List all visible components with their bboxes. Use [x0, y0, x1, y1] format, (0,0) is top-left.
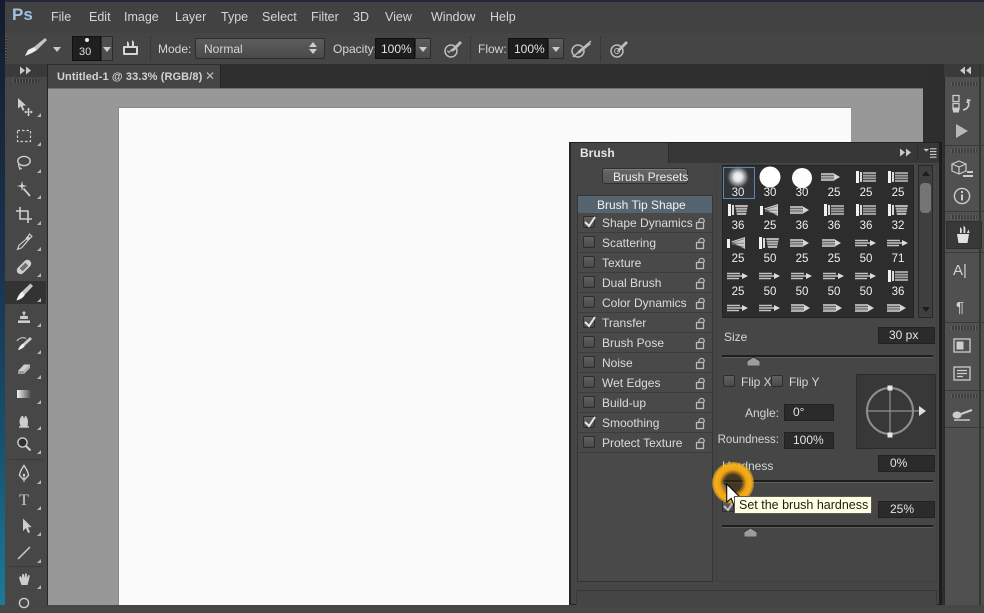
svg-text:36: 36: [892, 286, 905, 298]
svg-text:T: T: [19, 492, 29, 509]
svg-text:36: 36: [796, 220, 809, 232]
svg-text:25: 25: [732, 253, 745, 265]
svg-text:30: 30: [764, 187, 777, 199]
svg-text:25: 25: [828, 187, 841, 199]
svg-text:71: 71: [892, 253, 905, 265]
svg-text:36: 36: [828, 220, 841, 232]
svg-text:25: 25: [764, 220, 777, 232]
svg-text:32: 32: [892, 220, 905, 232]
svg-text:25: 25: [892, 187, 905, 199]
svg-text:36: 36: [732, 220, 745, 232]
svg-text:25: 25: [860, 187, 873, 199]
svg-text:30: 30: [796, 187, 809, 199]
svg-text:25: 25: [732, 286, 745, 298]
svg-text:25: 25: [828, 253, 841, 265]
svg-text:50: 50: [860, 286, 873, 298]
svg-text:50: 50: [764, 286, 777, 298]
svg-text:25: 25: [796, 253, 809, 265]
svg-text:50: 50: [860, 253, 873, 265]
svg-text:36: 36: [860, 220, 873, 232]
svg-text:50: 50: [796, 286, 809, 298]
svg-text:50: 50: [764, 253, 777, 265]
svg-text:50: 50: [828, 286, 841, 298]
